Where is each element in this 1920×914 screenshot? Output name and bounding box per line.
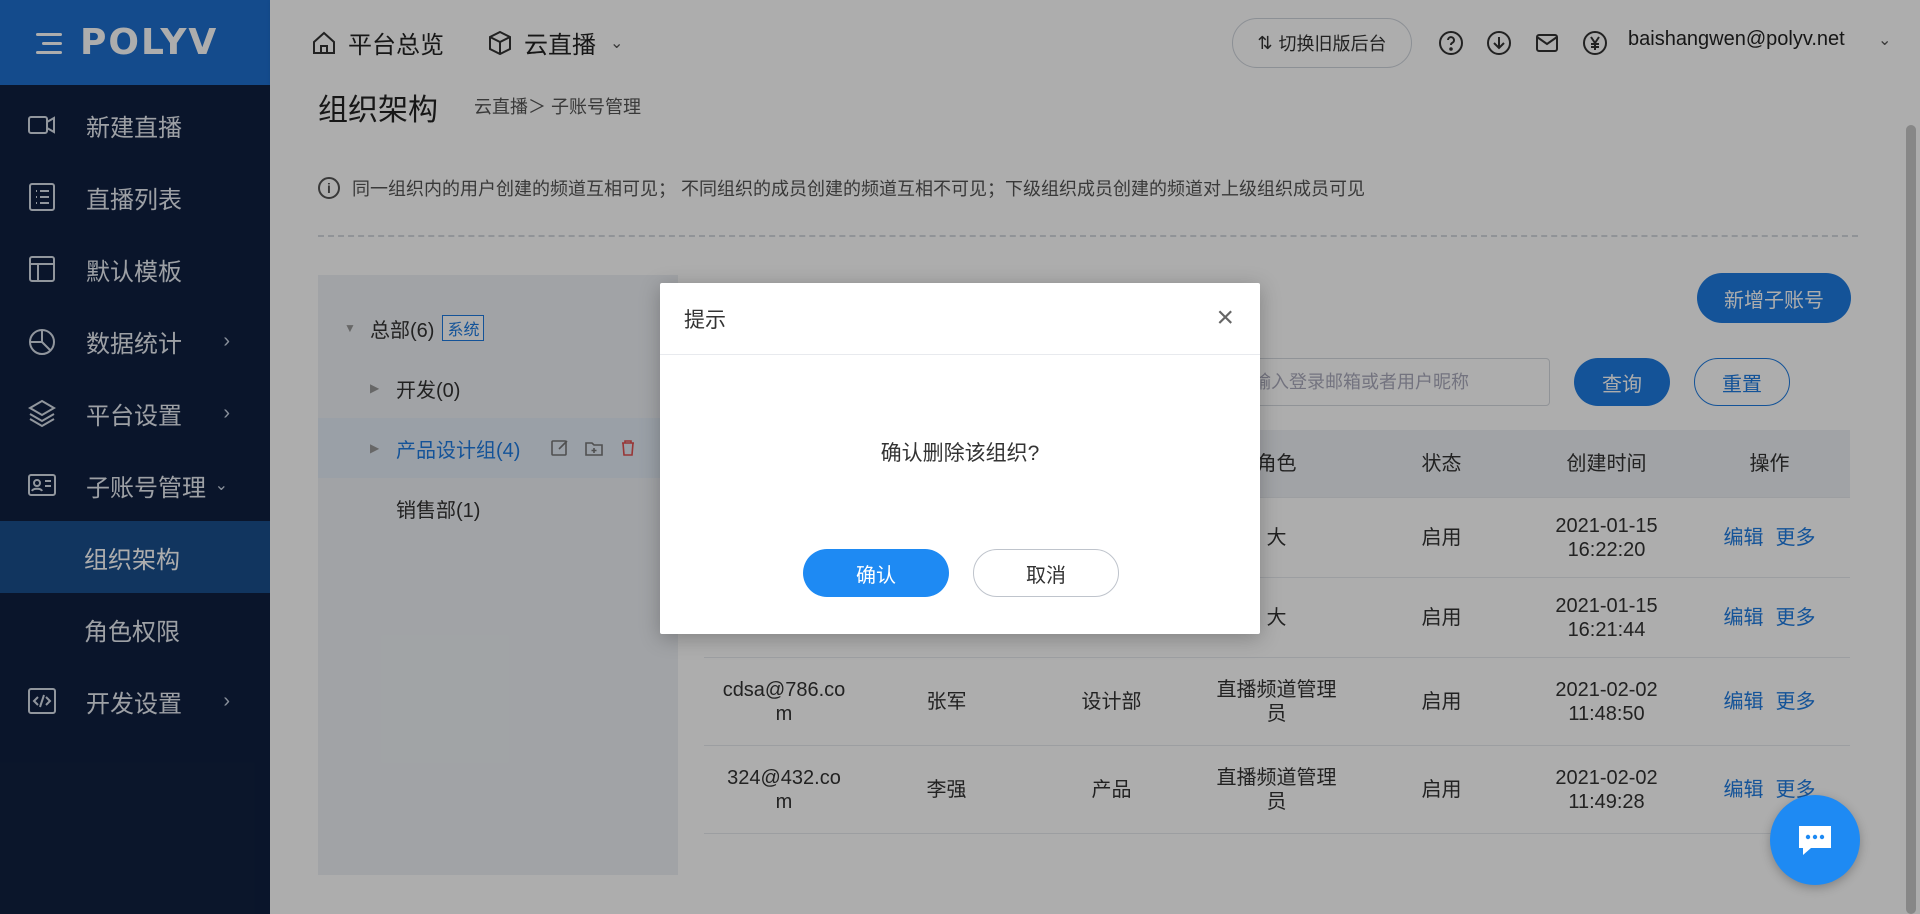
- cancel-button[interactable]: 取消: [973, 549, 1119, 597]
- dialog-title: 提示: [684, 308, 726, 332]
- chat-button[interactable]: [1770, 795, 1860, 885]
- chat-icon: [1799, 826, 1831, 855]
- close-icon[interactable]: ×: [1216, 303, 1234, 333]
- dialog-header: 提示: [660, 283, 1260, 355]
- dialog-message: 确认删除该组织?: [880, 442, 1040, 465]
- confirm-dialog: 提示 × 确认删除该组织? 确认 取消: [660, 283, 1260, 634]
- confirm-button[interactable]: 确认: [803, 549, 949, 597]
